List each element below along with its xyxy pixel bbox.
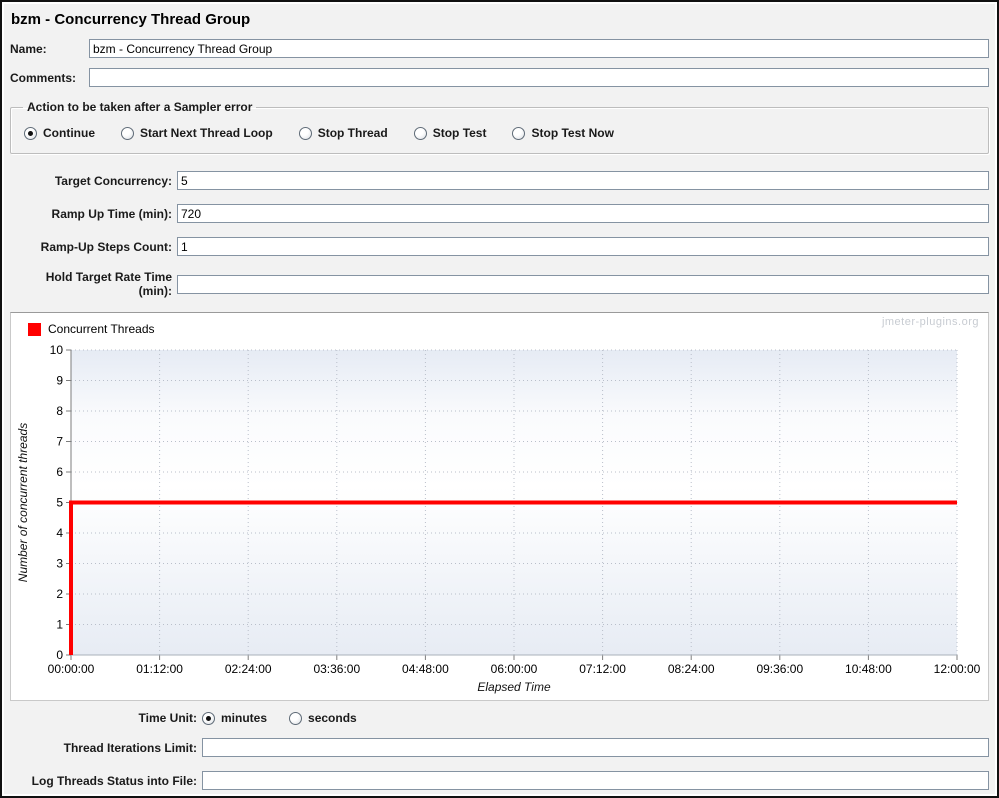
radio-continue-icon[interactable] [24,126,37,140]
ramp-up-steps-row: Ramp-Up Steps Count: [10,237,989,256]
time-unit-options: minutes seconds [202,711,357,725]
target-concurrency-label: Target Concurrency: [54,173,172,188]
concurrency-preview-chart: 0 1 2 3 4 5 6 7 8 9 10 00:00:00 01:12:00 02:24:00 03:3… [16,343,981,694]
comments-label: Comments: [10,70,77,85]
ramp-up-steps-input[interactable] [177,237,989,256]
target-concurrency-row: Target Concurrency: [10,171,989,190]
radio-start-next-thread-loop[interactable]: Start Next Thread Loop [121,126,273,140]
page-title: bzm - Concurrency Thread Group [11,11,251,28]
bottom-form: Time Unit: minutes seconds Thread Iterat… [10,711,989,790]
log-threads-status-row: Log Threads Status into File: [10,771,989,790]
thread-iterations-limit-input[interactable] [202,738,989,757]
radio-minutes[interactable]: minutes [202,711,267,725]
svg-text:9: 9 [56,374,63,388]
radio-stop-thread-icon[interactable] [298,126,312,140]
hold-target-rate-row: Hold Target Rate Time (min): [10,270,989,298]
radio-stop-test-now-icon[interactable] [512,126,526,140]
legend-label-concurrent-threads: Concurrent Threads [48,322,155,336]
comments-input[interactable] [89,68,989,87]
svg-text:12:00:00: 12:00:00 [934,662,981,676]
svg-text:7: 7 [56,435,63,449]
log-threads-status-label: Log Threads Status into File: [31,773,197,788]
radio-continue[interactable]: Continue [24,126,95,140]
name-input[interactable] [89,39,989,58]
jmeter-plugins-watermark: jmeter-plugins.org [881,316,979,328]
radio-minutes-icon[interactable] [202,711,215,725]
svg-text:8: 8 [56,404,63,418]
svg-text:07:12:00: 07:12:00 [579,662,626,676]
svg-text:08:24:00: 08:24:00 [668,662,715,676]
radio-stop-test-now-label: Stop Test Now [531,126,614,140]
radio-stop-test-label: Stop Test [432,126,487,140]
svg-text:0: 0 [56,648,63,662]
radio-continue-label: Continue [43,126,95,140]
chart-legend: Concurrent Threads [28,322,155,336]
svg-text:3: 3 [56,557,63,571]
radio-start-next-thread-loop-icon[interactable] [121,126,134,140]
ramp-up-steps-label: Ramp-Up Steps Count: [40,239,172,254]
radio-minutes-label: minutes [221,711,268,725]
radio-stop-test-icon[interactable] [413,126,427,140]
svg-text:1: 1 [56,618,63,632]
thread-iterations-limit-label: Thread Iterations Limit: [63,740,197,755]
svg-text:00:00:00: 00:00:00 [48,662,95,676]
ramp-up-time-row: Ramp Up Time (min): [10,204,989,223]
hold-target-rate-label: Hold Target Rate Time (min): [45,270,172,298]
thread-iterations-limit-row: Thread Iterations Limit: [10,738,989,757]
svg-text:10:48:00: 10:48:00 [845,662,892,676]
sampler-error-options: Continue Start Next Thread Loop Stop Thr… [24,126,978,140]
svg-text:02:24:00: 02:24:00 [225,662,272,676]
legend-swatch-concurrent-threads [28,322,41,336]
chart-panel: Concurrent Threads jmeter-plugins.org 01… [10,312,989,701]
svg-text:Number of concurrent threads: Number of concurrent threads [16,423,30,582]
svg-text:6: 6 [56,465,63,479]
svg-text:10: 10 [50,343,64,357]
sampler-error-title: Action to be taken after a Sampler error [27,100,253,114]
radio-seconds-icon[interactable] [289,711,303,725]
radio-start-next-thread-loop-label: Start Next Thread Loop [140,126,273,140]
svg-text:03:36:00: 03:36:00 [313,662,360,676]
radio-stop-test[interactable]: Stop Test [413,126,487,140]
time-unit-row: Time Unit: minutes seconds [10,711,989,725]
time-unit-label: Time Unit: [138,711,197,725]
radio-seconds[interactable]: seconds [289,711,357,725]
radio-seconds-label: seconds [308,711,357,725]
sampler-error-fieldset: Action to be taken after a Sampler error… [10,100,989,154]
ramp-up-time-label: Ramp Up Time (min): [51,206,172,221]
svg-text:2: 2 [56,587,63,601]
radio-stop-thread[interactable]: Stop Thread [298,126,388,140]
name-row: Name: [10,39,989,58]
svg-text:04:48:00: 04:48:00 [402,662,449,676]
log-threads-status-input[interactable] [202,771,989,790]
svg-text:06:00:00: 06:00:00 [491,662,538,676]
target-concurrency-input[interactable] [177,171,989,190]
concurrency-thread-group-panel: bzm - Concurrency Thread Group Name: Com… [0,0,999,798]
radio-stop-test-now[interactable]: Stop Test Now [512,126,614,140]
svg-text:09:36:00: 09:36:00 [756,662,803,676]
svg-text:4: 4 [56,526,63,540]
svg-text:Elapsed Time: Elapsed Time [477,680,551,694]
svg-text:5: 5 [56,496,63,510]
name-label: Name: [10,41,47,56]
svg-text:01:12:00: 01:12:00 [136,662,183,676]
radio-stop-thread-label: Stop Thread [317,126,388,140]
comments-row: Comments: [10,68,989,87]
ramp-up-time-input[interactable] [177,204,989,223]
hold-target-rate-input[interactable] [177,274,989,294]
